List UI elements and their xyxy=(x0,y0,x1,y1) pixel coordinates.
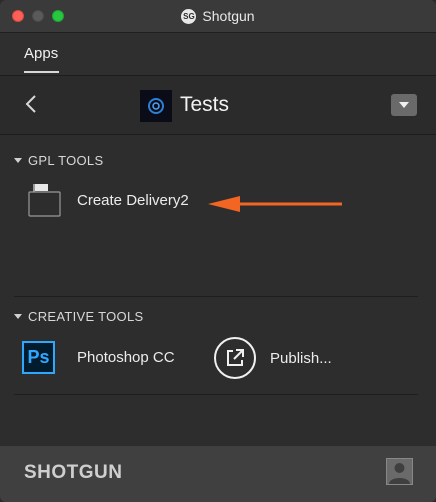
shotgun-logo-icon: SG xyxy=(181,8,197,24)
window-title-group: SG Shotgun xyxy=(0,0,436,32)
section-header-creative-tools[interactable]: CREATIVE TOOLS xyxy=(14,309,143,324)
app-create-delivery2[interactable]: Create Delivery2 xyxy=(28,183,189,217)
external-link-icon xyxy=(227,349,244,366)
publish-icon xyxy=(214,337,256,379)
app-photoshop-cc[interactable]: Ps Photoshop CC xyxy=(22,341,175,374)
expand-triangle-icon xyxy=(14,314,22,319)
folder-icon xyxy=(28,184,61,217)
app-publish[interactable]: Publish... xyxy=(214,337,332,379)
tab-apps[interactable]: Apps xyxy=(24,45,58,62)
tab-bar: Apps xyxy=(0,33,436,76)
project-menu-dropdown[interactable] xyxy=(391,94,417,116)
app-label: Photoshop CC xyxy=(77,349,175,366)
section-title: CREATIVE TOOLS xyxy=(28,309,144,324)
expand-triangle-icon xyxy=(14,158,22,163)
active-tab-indicator xyxy=(24,71,59,73)
chevron-down-icon xyxy=(399,102,409,108)
user-icon xyxy=(389,463,410,484)
app-window: SG Shotgun Apps Tests GPL TOOLS Create D… xyxy=(0,0,436,502)
section-header-gpl-tools[interactable]: GPL TOOLS xyxy=(14,153,103,168)
project-title: Tests xyxy=(180,93,230,116)
photoshop-icon: Ps xyxy=(22,341,55,374)
project-header: Tests xyxy=(0,76,436,135)
footer: SHOTGUN xyxy=(0,446,436,502)
app-label: Publish... xyxy=(270,349,332,367)
user-avatar[interactable] xyxy=(386,458,413,485)
section-divider xyxy=(14,296,418,297)
section-title: GPL TOOLS xyxy=(28,153,104,168)
shotgun-brand: SHOTGUN xyxy=(24,462,123,483)
back-button[interactable] xyxy=(20,90,42,118)
chevron-left-icon xyxy=(25,95,36,113)
section-divider xyxy=(14,394,418,395)
project-thumbnail xyxy=(140,90,172,122)
window-title: Shotgun xyxy=(202,8,255,24)
project-logo-icon xyxy=(148,98,164,114)
app-label: Create Delivery2 xyxy=(77,191,189,209)
title-bar: SG Shotgun xyxy=(0,0,436,33)
annotation-arrow xyxy=(208,196,342,212)
